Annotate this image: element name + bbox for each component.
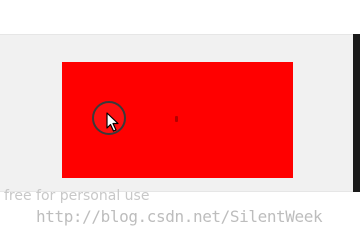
mouse-pointer-icon <box>106 112 119 132</box>
screen: free for personal use http://blog.csdn.n… <box>0 0 360 240</box>
license-watermark: free for personal use <box>4 188 150 204</box>
center-marker <box>175 116 178 122</box>
window-edge <box>353 34 360 192</box>
top-band <box>0 0 360 34</box>
blog-url-watermark: http://blog.csdn.net/SilentWeek <box>36 207 323 226</box>
